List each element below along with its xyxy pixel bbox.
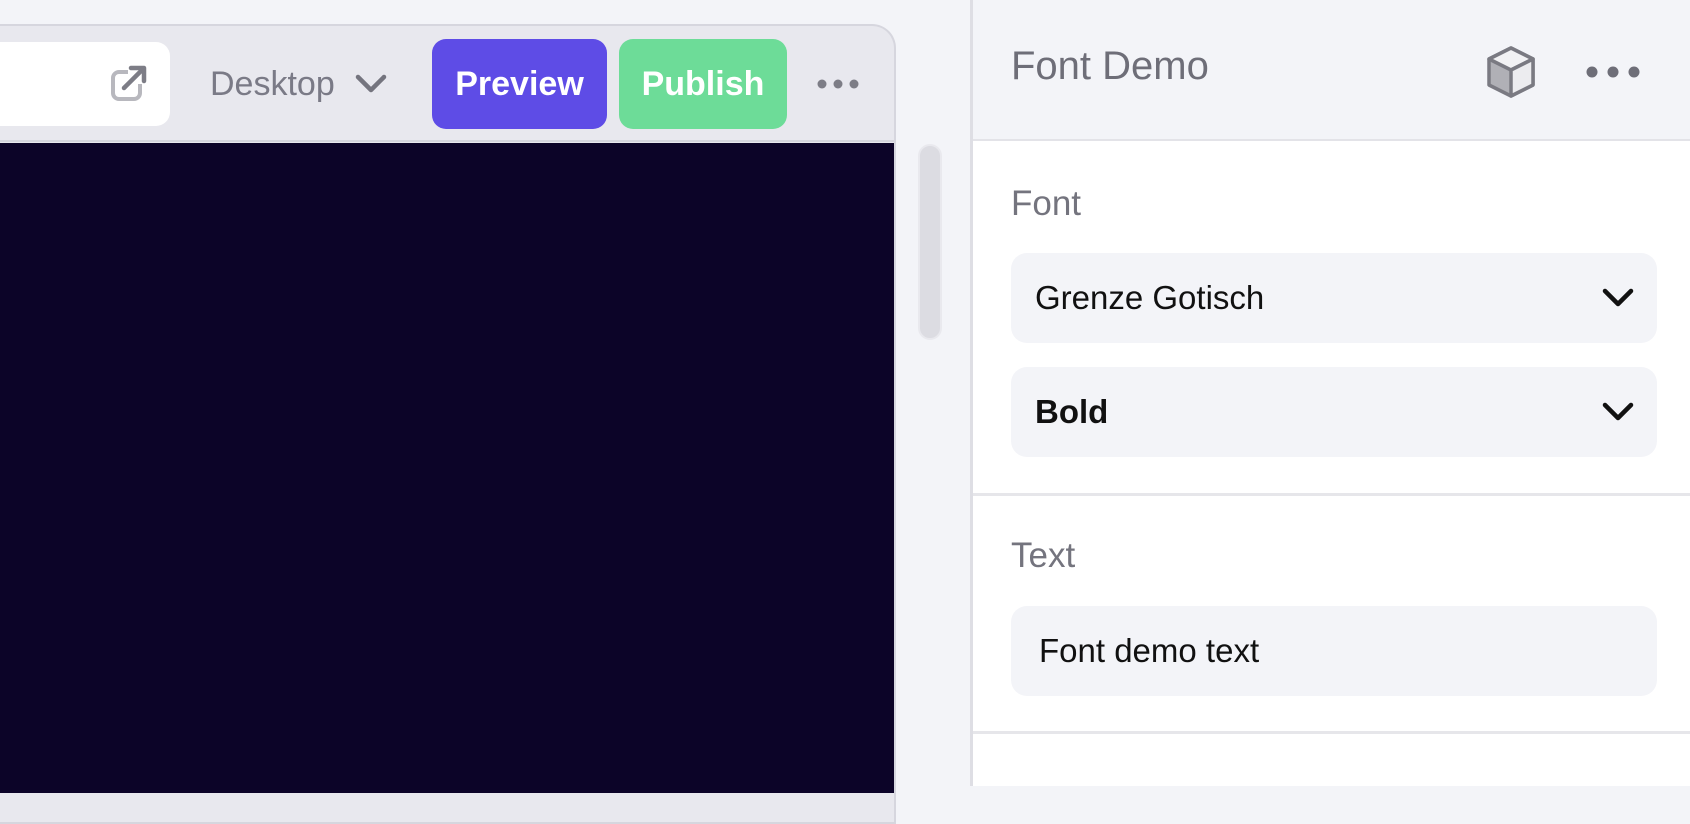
panel-title: Font Demo (1011, 44, 1209, 88)
font-family-select[interactable]: Grenze Gotisch (1011, 253, 1657, 343)
properties-panel: Font Demo Font Grenze Gotisch Bold Text (970, 0, 1690, 786)
publish-button[interactable]: Publish (619, 39, 787, 129)
device-select[interactable]: Desktop (210, 52, 387, 116)
font-weight-select[interactable]: Bold (1011, 367, 1657, 457)
external-link-icon[interactable] (110, 64, 148, 102)
preview-button[interactable]: Preview (432, 39, 607, 129)
more-horizontal-icon[interactable] (1585, 58, 1641, 86)
chevron-down-icon (1602, 288, 1634, 307)
font-weight-value: Bold (1035, 393, 1109, 430)
section-divider (973, 493, 1690, 496)
cube-icon[interactable] (1483, 44, 1539, 100)
chevron-down-icon (355, 74, 386, 93)
device-select-label: Desktop (210, 64, 335, 103)
more-horizontal-icon[interactable] (816, 70, 860, 98)
section-divider (973, 731, 1690, 734)
font-section-label: Font (1011, 184, 1082, 223)
demo-text-input[interactable] (1011, 606, 1657, 696)
chevron-down-icon (1602, 402, 1634, 421)
font-family-value: Grenze Gotisch (1035, 279, 1265, 316)
text-section-label: Text (1011, 536, 1076, 575)
vertical-scrollbar[interactable] (918, 144, 942, 340)
preview-canvas[interactable] (0, 143, 894, 793)
panel-header: Font Demo (973, 0, 1690, 141)
